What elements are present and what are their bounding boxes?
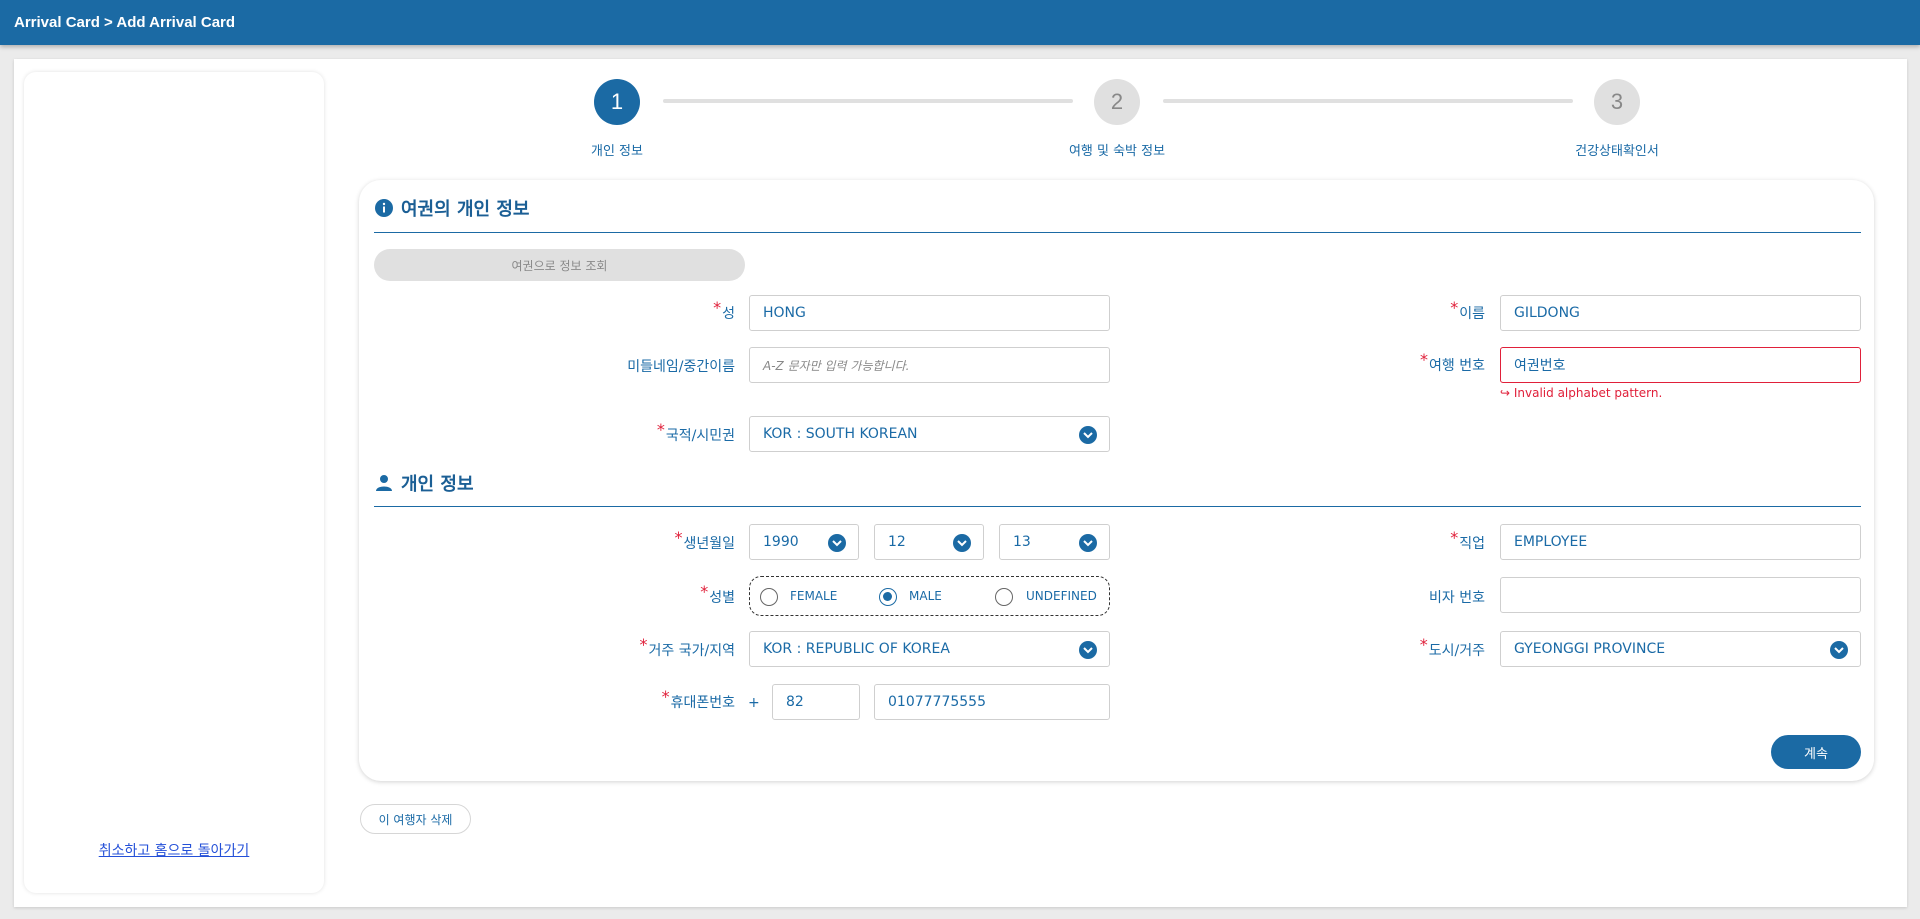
travel-number-field[interactable]: 여권번호 <box>1500 347 1861 383</box>
step-1-label: 개인 정보 <box>591 144 643 159</box>
phone-plus-sign: + <box>748 695 760 711</box>
birthdate-label: *생년월일 <box>674 528 735 552</box>
city-label: *도시/거주 <box>1419 635 1485 659</box>
required-marker: * <box>713 298 722 317</box>
surname-label: *성 <box>713 298 735 322</box>
personal-section-title: 개인 정보 <box>375 470 474 496</box>
travel-number-error: ↪ Invalid alphabet pattern. <box>1500 386 1663 400</box>
required-marker: * <box>674 528 683 547</box>
breadcrumb: Arrival Card > Add Arrival Card <box>14 14 236 31</box>
occupation-label: *직업 <box>1450 528 1485 552</box>
nationality-label: *국적/시민권 <box>656 420 735 444</box>
gender-radio-group: FEMALE MALE UNDEFINED <box>749 576 1110 616</box>
phone-country-code-field[interactable]: 82 <box>772 684 860 720</box>
required-marker: * <box>1450 298 1459 317</box>
gender-female-radio[interactable] <box>760 588 778 606</box>
section-title-text: 여권의 개인 정보 <box>401 199 530 220</box>
gender-female-label[interactable]: FEMALE <box>790 589 837 603</box>
visa-number-label: 비자 번호 <box>1429 590 1485 606</box>
chevron-down-icon <box>828 534 846 552</box>
gender-label: *성별 <box>700 582 735 606</box>
required-marker: * <box>1420 350 1429 369</box>
gender-male-label[interactable]: MALE <box>909 589 942 603</box>
cancel-and-home-link[interactable]: 취소하고 홈으로 돌아가기 <box>24 840 324 860</box>
middle-name-field[interactable]: A-Z 문자만 입력 가능합니다. <box>749 347 1110 383</box>
birth-day-select[interactable]: 13 <box>999 524 1110 560</box>
section-title-text: 개인 정보 <box>401 474 474 495</box>
person-icon <box>375 474 393 492</box>
step-2-indicator[interactable]: 2 <box>1094 79 1140 125</box>
gender-male-radio[interactable] <box>879 588 897 606</box>
city-select[interactable]: GYEONGGI PROVINCE <box>1500 631 1861 667</box>
info-icon <box>375 199 393 217</box>
birth-month-select[interactable]: 12 <box>874 524 984 560</box>
nationality-select[interactable]: KOR : SOUTH KOREAN <box>749 416 1110 452</box>
section-divider <box>374 506 1861 507</box>
delete-traveler-button[interactable]: 이 여행자 삭제 <box>360 804 471 834</box>
required-marker: * <box>661 687 670 706</box>
passport-section-title: 여권의 개인 정보 <box>375 195 529 221</box>
step-3-indicator[interactable]: 3 <box>1594 79 1640 125</box>
residence-country-label: *거주 국가/지역 <box>639 635 735 659</box>
chevron-down-icon <box>1079 426 1097 444</box>
given-name-label: *이름 <box>1450 298 1485 322</box>
step-connector <box>1163 99 1573 103</box>
surname-field[interactable]: HONG <box>749 295 1110 331</box>
step-connector <box>663 99 1073 103</box>
required-marker: * <box>700 582 709 601</box>
top-bar: Arrival Card > Add Arrival Card <box>0 0 1920 45</box>
section-divider <box>374 232 1861 233</box>
step-3-label: 건강상태확인서 <box>1575 144 1659 159</box>
step-1-indicator[interactable]: 1 <box>594 79 640 125</box>
continue-button[interactable]: 계속 <box>1771 735 1861 769</box>
given-name-field[interactable]: GILDONG <box>1500 295 1861 331</box>
phone-number-field[interactable]: 01077775555 <box>874 684 1110 720</box>
middle-name-label: 미들네임/중간이름 <box>627 359 735 375</box>
gender-undefined-label[interactable]: UNDEFINED <box>1026 589 1097 603</box>
occupation-field[interactable]: EMPLOYEE <box>1500 524 1861 560</box>
step-2-label: 여행 및 숙박 정보 <box>1068 144 1166 159</box>
required-marker: * <box>656 420 665 439</box>
required-marker: * <box>1419 635 1428 654</box>
sidebar: 취소하고 홈으로 돌아가기 <box>24 72 324 893</box>
required-marker: * <box>1450 528 1459 547</box>
visa-number-field[interactable] <box>1500 577 1861 613</box>
gender-undefined-radio[interactable] <box>995 588 1013 606</box>
passport-lookup-button[interactable]: 여권으로 정보 조회 <box>374 249 745 281</box>
birth-year-select[interactable]: 1990 <box>749 524 859 560</box>
residence-country-select[interactable]: KOR : REPUBLIC OF KOREA <box>749 631 1110 667</box>
chevron-down-icon <box>1079 641 1097 659</box>
travel-number-label: *여행 번호 <box>1420 350 1485 374</box>
chevron-down-icon <box>953 534 971 552</box>
phone-label: *휴대폰번호 <box>661 687 735 711</box>
chevron-down-icon <box>1079 534 1097 552</box>
chevron-down-icon <box>1830 641 1848 659</box>
required-marker: * <box>639 635 648 654</box>
